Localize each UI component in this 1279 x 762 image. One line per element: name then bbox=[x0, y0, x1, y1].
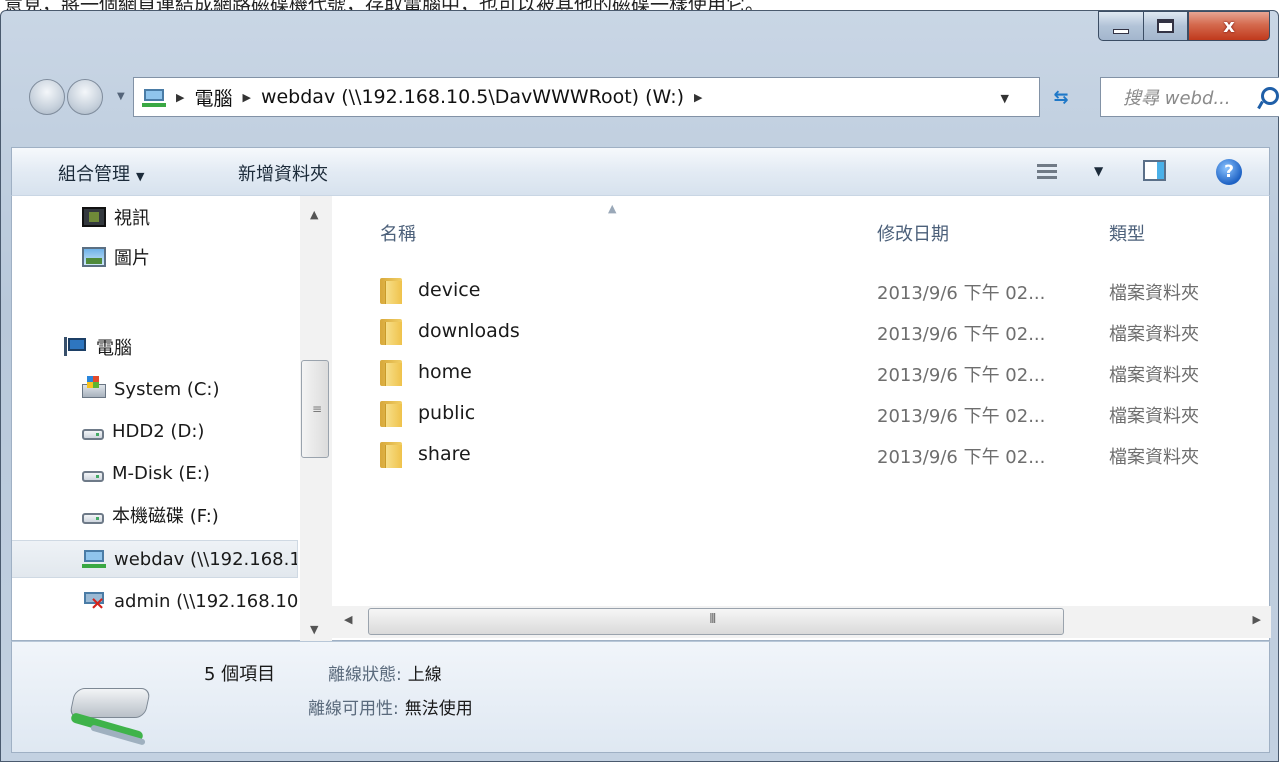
details-pane: 5 個項目 離線狀態: 上線 離線可用性: 無法使用 bbox=[11, 641, 1270, 753]
video-icon bbox=[82, 207, 106, 227]
pictures-icon bbox=[82, 247, 106, 267]
refresh-button[interactable]: ⇆ bbox=[1041, 77, 1081, 117]
forward-button[interactable] bbox=[67, 79, 103, 115]
minimize-icon bbox=[1113, 28, 1129, 34]
back-button[interactable] bbox=[29, 79, 65, 115]
navigation-scrollbar[interactable]: ▲ ≡ ▼ bbox=[300, 196, 332, 642]
caption-buttons: x bbox=[1098, 11, 1270, 41]
file-row[interactable]: share 2013/9/6 下午 02... 檔案資料夾 bbox=[332, 435, 1271, 475]
offline-availability: 離線可用性: 無法使用 bbox=[308, 699, 473, 719]
sort-ascending-icon: ▲ bbox=[608, 202, 617, 215]
breadcrumb-separator-icon[interactable]: ▶ bbox=[242, 91, 250, 104]
nav-item-video[interactable]: 視訊 bbox=[12, 200, 298, 234]
command-bar: 組合管理 ▼ 新增資料夾 ▼ ? bbox=[11, 147, 1270, 195]
nav-item-system-c[interactable]: System (C:) bbox=[12, 372, 298, 406]
scroll-up-icon[interactable]: ▲ bbox=[310, 208, 318, 221]
file-name: share bbox=[418, 443, 471, 465]
scroll-right-icon[interactable]: ▶ bbox=[1253, 613, 1261, 626]
file-name: downloads bbox=[418, 320, 520, 342]
breadcrumb-computer[interactable]: 電腦 bbox=[194, 84, 232, 111]
column-header-type[interactable]: 類型 bbox=[1109, 220, 1145, 246]
maximize-button[interactable] bbox=[1143, 11, 1188, 41]
close-button[interactable]: x bbox=[1188, 11, 1270, 41]
file-name: home bbox=[418, 361, 472, 383]
drive-icon bbox=[82, 470, 104, 482]
file-date: 2013/9/6 下午 02... bbox=[877, 365, 1046, 386]
system-drive-icon bbox=[82, 376, 106, 398]
breadcrumb-separator-icon[interactable]: ▶ bbox=[694, 91, 702, 104]
scrollbar-thumb[interactable]: ≡ bbox=[301, 360, 329, 458]
folder-icon bbox=[380, 319, 402, 345]
file-name: public bbox=[418, 402, 476, 424]
navigation-pane: 視訊 圖片 電腦 System (C:) HDD2 (D:) M-Disk (E… bbox=[12, 196, 332, 642]
drive-icon bbox=[82, 512, 104, 524]
scroll-grip: ≡ bbox=[312, 402, 323, 416]
file-type: 檔案資料夾 bbox=[1109, 406, 1199, 427]
file-type: 檔案資料夾 bbox=[1109, 324, 1199, 345]
search-input[interactable]: 搜尋 webd... bbox=[1100, 77, 1279, 117]
horizontal-scrollbar[interactable]: ◀ III ▶ bbox=[332, 606, 1271, 638]
file-row[interactable]: downloads 2013/9/6 下午 02... 檔案資料夾 bbox=[332, 312, 1271, 352]
address-bar[interactable]: ▶ 電腦 ▶ webdav (\\192.168.10.5\DavWWWRoot… bbox=[133, 77, 1040, 117]
nav-item-webdav-w[interactable]: webdav (\\192.168.10.5\DavWWWRoot) (W:) bbox=[12, 540, 298, 578]
network-drive-icon bbox=[82, 549, 106, 569]
disconnected-network-drive-icon: × bbox=[82, 591, 106, 613]
file-row[interactable]: device 2013/9/6 下午 02... 檔案資料夾 bbox=[332, 271, 1271, 311]
folder-icon bbox=[380, 442, 402, 468]
explorer-window: x ▼ ▶ 電腦 ▶ webdav (\\192.168.10.5\DavWWW… bbox=[0, 10, 1279, 762]
minimize-button[interactable] bbox=[1098, 11, 1143, 41]
scroll-down-icon[interactable]: ▼ bbox=[310, 623, 318, 636]
recent-pages-dropdown[interactable]: ▼ bbox=[117, 91, 125, 102]
preview-pane-icon[interactable] bbox=[1143, 160, 1166, 181]
file-date: 2013/9/6 下午 02... bbox=[877, 324, 1046, 345]
offline-status: 離線狀態: 上線 bbox=[328, 665, 442, 685]
computer-icon bbox=[64, 337, 88, 357]
file-date: 2013/9/6 下午 02... bbox=[877, 406, 1046, 427]
file-name: device bbox=[418, 279, 481, 301]
nav-item-hdd2-d[interactable]: HDD2 (D:) bbox=[12, 414, 298, 448]
file-type: 檔案資料夾 bbox=[1109, 365, 1199, 386]
scroll-left-icon[interactable]: ◀ bbox=[344, 613, 352, 626]
item-count: 5 個項目 bbox=[204, 664, 276, 685]
nav-item-admin[interactable]: ×admin (\\192.168.10.5\admin) bbox=[12, 584, 298, 618]
column-header-name[interactable]: 名稱 bbox=[380, 220, 416, 246]
folder-icon bbox=[380, 401, 402, 427]
nav-item-local-f[interactable]: 本機磁碟 (F:) bbox=[12, 498, 298, 532]
file-list: ▲ 名稱 修改日期 類型 device 2013/9/6 下午 02... 檔案… bbox=[332, 196, 1271, 642]
close-icon: x bbox=[1223, 15, 1235, 37]
organize-button[interactable]: 組合管理 ▼ bbox=[58, 160, 144, 186]
file-type: 檔案資料夾 bbox=[1109, 283, 1199, 304]
folder-icon bbox=[380, 360, 402, 386]
column-header-date[interactable]: 修改日期 bbox=[877, 220, 949, 246]
refresh-icon: ⇆ bbox=[1053, 86, 1069, 108]
help-icon[interactable]: ? bbox=[1216, 159, 1242, 185]
new-folder-button[interactable]: 新增資料夾 bbox=[238, 160, 328, 186]
scroll-grip: III bbox=[709, 612, 716, 627]
nav-item-mdisk-e[interactable]: M-Disk (E:) bbox=[12, 456, 298, 490]
nav-item-pictures[interactable]: 圖片 bbox=[12, 240, 298, 274]
content-area: 視訊 圖片 電腦 System (C:) HDD2 (D:) M-Disk (E… bbox=[11, 195, 1271, 642]
drive-icon bbox=[82, 428, 104, 440]
file-row[interactable]: home 2013/9/6 下午 02... 檔案資料夾 bbox=[332, 353, 1271, 393]
chevron-down-icon: ▼ bbox=[136, 170, 145, 183]
change-view-icon[interactable] bbox=[1037, 162, 1057, 182]
search-placeholder: 搜尋 webd... bbox=[1123, 88, 1231, 109]
scrollbar-thumb[interactable]: III bbox=[368, 608, 1064, 635]
file-date: 2013/9/6 下午 02... bbox=[877, 447, 1046, 468]
breadcrumb-separator-icon[interactable]: ▶ bbox=[176, 91, 184, 104]
file-row[interactable]: public 2013/9/6 下午 02... 檔案資料夾 bbox=[332, 394, 1271, 434]
file-date: 2013/9/6 下午 02... bbox=[877, 283, 1046, 304]
network-drive-large-icon bbox=[64, 676, 154, 748]
breadcrumb-webdav[interactable]: webdav (\\192.168.10.5\DavWWWRoot) (W:) bbox=[261, 86, 684, 108]
folder-icon bbox=[380, 278, 402, 304]
nav-item-computer[interactable]: 電腦 bbox=[12, 330, 298, 364]
search-icon[interactable] bbox=[1258, 87, 1279, 109]
network-drive-icon bbox=[142, 88, 166, 107]
navigation-bar: ▼ ▶ 電腦 ▶ webdav (\\192.168.10.5\DavWWWRo… bbox=[29, 77, 1279, 117]
address-dropdown-icon[interactable]: ▼ bbox=[1001, 92, 1009, 105]
file-type: 檔案資料夾 bbox=[1109, 447, 1199, 468]
view-options-dropdown[interactable]: ▼ bbox=[1094, 164, 1103, 178]
maximize-icon bbox=[1157, 19, 1174, 33]
